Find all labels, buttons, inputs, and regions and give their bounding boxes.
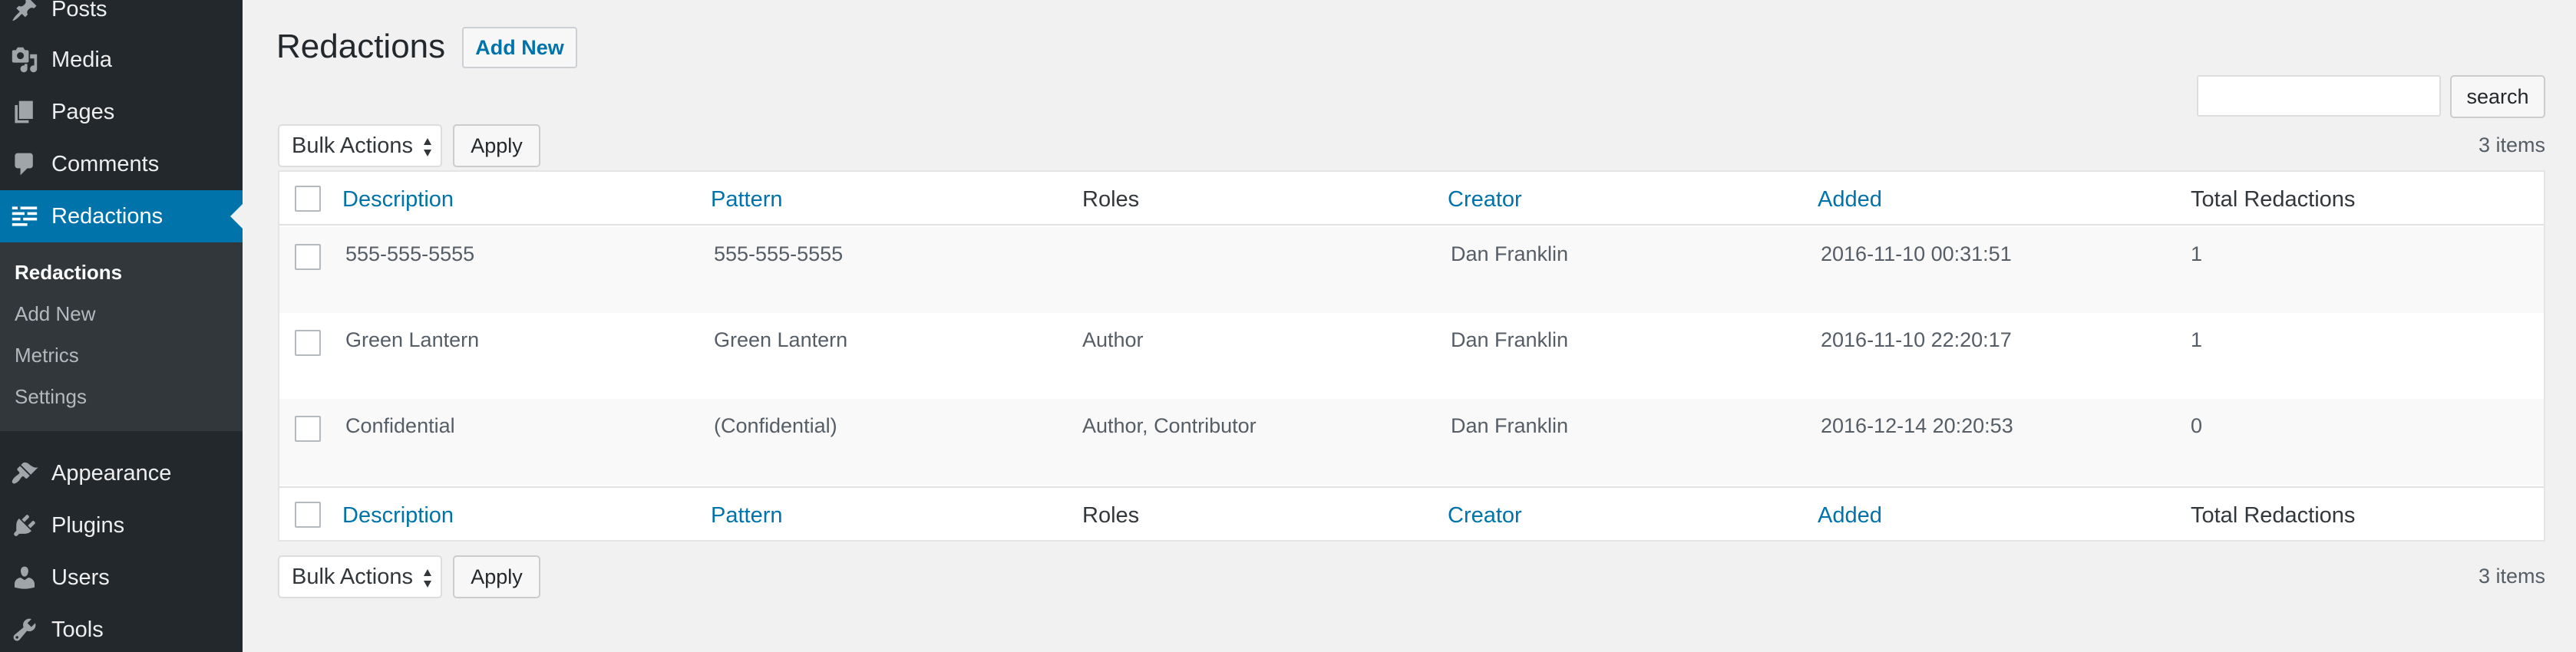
table-header: Description Pattern Roles Creator Added … — [279, 172, 2544, 226]
cell-pattern: 555-555-5555 — [714, 242, 844, 265]
sidebar-item-label: Redactions — [51, 203, 163, 229]
table-row: Green Lantern Green Lantern Author Dan F… — [279, 313, 2544, 399]
cell-total: 1 — [2191, 242, 2203, 265]
pages-icon — [9, 97, 40, 127]
media-icon — [9, 44, 40, 75]
cell-total: 1 — [2191, 328, 2203, 351]
sidebar-item-users[interactable]: Users — [0, 552, 243, 604]
bulk-actions-label: Bulk Actions — [292, 133, 413, 158]
cell-description[interactable]: Green Lantern — [345, 328, 479, 352]
add-new-button[interactable]: Add New — [462, 27, 577, 68]
redactions-submenu: Redactions Add New Metrics Settings — [0, 242, 243, 431]
cell-creator: Dan Franklin — [1451, 328, 1569, 351]
redactions-table: Description Pattern Roles Creator Added … — [278, 170, 2545, 542]
cell-description[interactable]: Confidential — [345, 414, 455, 438]
select-all-checkbox-footer[interactable] — [295, 502, 321, 528]
sidebar-item-pages[interactable]: Pages — [0, 86, 243, 138]
column-header-pattern[interactable]: Pattern — [711, 187, 783, 212]
cell-roles: Author, Contributor — [1082, 414, 1257, 437]
sidebar-item-label: Comments — [51, 151, 160, 176]
submenu-item-add-new[interactable]: Add New — [15, 302, 96, 326]
column-footer-description[interactable]: Description — [342, 503, 454, 529]
table-row: Confidential (Confidential) Author, Cont… — [279, 399, 2544, 485]
apply-button-top[interactable]: Apply — [453, 124, 540, 167]
sidebar-item-redactions[interactable]: Redactions — [0, 190, 243, 242]
search-input[interactable] — [2197, 75, 2441, 117]
column-footer-roles: Roles — [1082, 503, 1140, 528]
bulk-actions-select-top[interactable]: Bulk Actions — [278, 124, 442, 167]
cell-pattern: (Confidential) — [714, 414, 837, 437]
submenu-item-settings[interactable]: Settings — [15, 385, 87, 409]
admin-sidebar: Posts Media Pages Comments Redactions Re… — [0, 0, 243, 652]
cell-creator: Dan Franklin — [1451, 414, 1569, 437]
wrench-icon — [9, 614, 40, 645]
select-arrows-icon — [424, 569, 431, 588]
submenu-item-metrics[interactable]: Metrics — [15, 344, 79, 367]
column-header-description[interactable]: Description — [342, 187, 454, 212]
sidebar-item-label: Users — [51, 565, 110, 590]
column-header-added[interactable]: Added — [1818, 187, 1882, 212]
sidebar-item-plugins[interactable]: Plugins — [0, 499, 243, 552]
column-footer-creator[interactable]: Creator — [1448, 503, 1522, 529]
item-count-top: 3 items — [2478, 133, 2545, 156]
row-checkbox[interactable] — [295, 416, 321, 442]
pin-icon — [9, 0, 40, 25]
select-arrows-icon — [424, 138, 431, 156]
select-all-checkbox[interactable] — [295, 186, 321, 212]
user-icon — [9, 562, 40, 593]
page-title: Redactions — [276, 28, 446, 65]
current-menu-arrow — [230, 204, 243, 229]
cell-roles: Author — [1082, 328, 1144, 351]
column-footer-pattern[interactable]: Pattern — [711, 503, 783, 529]
sidebar-item-appearance[interactable]: Appearance — [0, 447, 243, 499]
sidebar-item-comments[interactable]: Comments — [0, 138, 243, 190]
cell-creator: Dan Franklin — [1451, 242, 1569, 265]
sidebar-item-label: Tools — [51, 617, 104, 642]
column-header-roles: Roles — [1082, 187, 1140, 212]
column-header-creator[interactable]: Creator — [1448, 187, 1522, 212]
cell-added: 2016-12-14 20:20:53 — [1821, 414, 2013, 437]
sidebar-item-media[interactable]: Media — [0, 34, 243, 86]
table-row: 555-555-5555 555-555-5555 Dan Franklin 2… — [279, 227, 2544, 313]
row-checkbox[interactable] — [295, 330, 321, 356]
cell-description[interactable]: 555-555-5555 — [345, 242, 474, 266]
sidebar-item-label: Media — [51, 47, 112, 72]
search-button[interactable]: search — [2450, 75, 2545, 118]
bulk-actions-label: Bulk Actions — [292, 564, 413, 589]
column-header-total-redactions: Total Redactions — [2191, 187, 2356, 212]
cell-total: 0 — [2191, 414, 2203, 437]
sidebar-item-posts[interactable]: Posts — [0, 0, 243, 35]
cell-added: 2016-11-10 22:20:17 — [1821, 328, 2012, 351]
submenu-item-redactions[interactable]: Redactions — [15, 261, 122, 285]
apply-button-bottom[interactable]: Apply — [453, 555, 540, 598]
paintbrush-icon — [9, 458, 40, 489]
sidebar-item-label: Plugins — [51, 512, 125, 538]
comment-icon — [9, 149, 40, 179]
redactions-icon — [9, 201, 40, 232]
cell-pattern: Green Lantern — [714, 328, 848, 351]
sidebar-item-tools[interactable]: Tools — [0, 604, 243, 652]
item-count-bottom: 3 items — [2478, 565, 2545, 588]
sidebar-item-label: Posts — [51, 0, 107, 21]
column-footer-added[interactable]: Added — [1818, 503, 1882, 529]
row-checkbox[interactable] — [295, 244, 321, 270]
table-footer: Description Pattern Roles Creator Added … — [279, 486, 2544, 540]
column-footer-total-redactions: Total Redactions — [2191, 503, 2356, 528]
sidebar-item-label: Pages — [51, 99, 115, 124]
bulk-actions-select-bottom[interactable]: Bulk Actions — [278, 555, 442, 598]
cell-added: 2016-11-10 00:31:51 — [1821, 242, 2012, 265]
plugin-icon — [9, 510, 40, 541]
sidebar-item-label: Appearance — [51, 460, 172, 486]
